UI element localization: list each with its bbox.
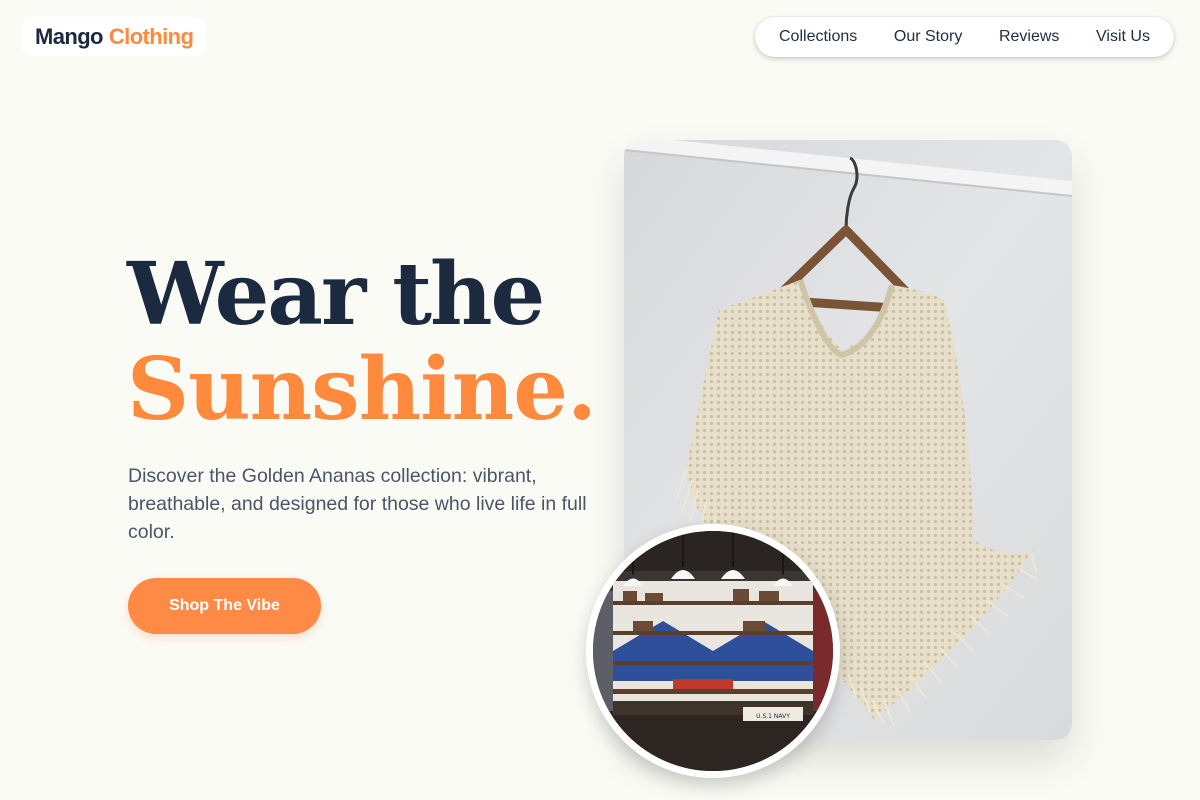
store-illustration: U.S.1 NAVY [593, 531, 833, 771]
nav-link-visit-us[interactable]: Visit Us [1096, 28, 1150, 46]
hero-headline-line1: Wear the [127, 244, 545, 345]
brand-name-part2: Clothing [108, 23, 194, 49]
hero-headline-line2: Sunshine. [127, 339, 597, 440]
brand-name-part1: Mango [35, 23, 103, 49]
brand-logo[interactable]: Mango Clothing [22, 17, 207, 56]
store-interior-image: U.S.1 NAVY [586, 524, 840, 778]
store-sign-text: U.S.1 NAVY [756, 713, 790, 720]
shop-the-vibe-button[interactable]: Shop The Vibe [128, 578, 321, 634]
nav-link-our-story[interactable]: Our Story [894, 28, 962, 46]
nav-link-reviews[interactable]: Reviews [999, 28, 1059, 46]
hero-description: Discover the Golden Ananas collection: v… [128, 465, 587, 543]
nav-link-collections[interactable]: Collections [779, 28, 857, 46]
top-nav: Collections Our Story Reviews Visit Us [755, 17, 1174, 57]
